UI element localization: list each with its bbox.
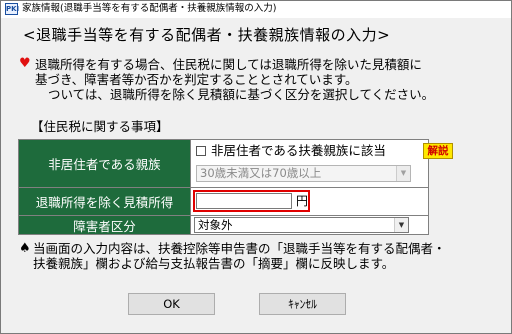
estimate-row: 退職所得を除く見積所得 円: [19, 188, 428, 216]
note-line-1: 当画面の入力内容は、扶養控除等申告書の「退職手当等を有する配偶者・: [33, 241, 446, 256]
disability-row: 障害者区分 対象外 ▼: [19, 216, 428, 234]
estimate-label: 退職所得を除く見積所得: [19, 188, 191, 215]
dialog-window: PKI 家族情報(退職手当等を有する配偶者・扶養親族情報の入力) <退職手当等を…: [0, 0, 512, 334]
app-icon: PKI: [5, 3, 20, 15]
non-resident-checkbox-label[interactable]: 非居住者である扶養親族に該当: [211, 144, 386, 158]
non-resident-checkbox-row[interactable]: 非居住者である扶養親族に該当: [196, 144, 386, 158]
yen-unit: 円: [296, 194, 309, 208]
description-line-2: 基づき、障害者等か否かを判定することとされています。: [35, 72, 358, 87]
disability-select[interactable]: 対象外 ▼: [194, 217, 409, 233]
non-resident-label: 非居住者である親族: [19, 140, 191, 187]
chevron-down-icon[interactable]: ▼: [394, 218, 408, 232]
spade-icon: ♠: [19, 241, 31, 256]
description-line-1: 退職所得を有する場合、住民税に関しては退職所得を除いた見積額に: [35, 57, 422, 72]
estimate-input[interactable]: [196, 193, 292, 209]
chevron-down-icon: ▼: [396, 166, 410, 181]
disability-selected-value: 対象外: [198, 218, 233, 232]
cancel-button[interactable]: ｷｬﾝｾﾙ: [259, 293, 346, 315]
resident-tax-form: 非居住者である親族 非居住者である扶養親族に該当 解説 30歳未満又は70歳以上…: [18, 139, 453, 235]
heart-icon: ♥: [19, 56, 31, 71]
estimate-highlight: 円: [193, 190, 310, 212]
non-resident-value-cell: 非居住者である扶養親族に該当 解説 30歳未満又は70歳以上 ▼: [191, 140, 453, 187]
help-button[interactable]: 解説: [423, 143, 453, 159]
note-text: 当画面の入力内容は、扶養控除等申告書の「退職手当等を有する配偶者・ 扶養親族」欄…: [33, 241, 446, 271]
non-resident-row: 非居住者である親族 非居住者である扶養親族に該当 解説 30歳未満又は70歳以上…: [19, 140, 453, 188]
title-bar: PKI 家族情報(退職手当等を有する配偶者・扶養親族情報の入力): [1, 1, 511, 18]
age-category-select: 30歳未満又は70歳以上 ▼: [196, 165, 411, 182]
section-label: 【住民税に関する事項】: [31, 119, 169, 134]
description-text: 退職所得を有する場合、住民税に関しては退職所得を除いた見積額に 基づき、障害者等…: [35, 57, 434, 102]
note-line-2: 扶養親族」欄および給与支払報告書の「摘要」欄に反映します。: [33, 256, 395, 271]
window-title: 家族情報(退職手当等を有する配偶者・扶養親族情報の入力): [22, 3, 277, 14]
description-line-3: ついては、退職所得を除く見積額に基づく区分を選択してください。: [48, 87, 435, 102]
page-heading: <退職手当等を有する配偶者・扶養親族情報の入力>: [23, 26, 391, 44]
estimate-value-cell: 円: [191, 188, 428, 215]
disability-label: 障害者区分: [19, 216, 191, 234]
ok-button[interactable]: OK: [128, 293, 215, 315]
disability-value-cell: 対象外 ▼: [191, 216, 428, 234]
non-resident-checkbox[interactable]: [196, 146, 206, 156]
age-category-value: 30歳未満又は70歳以上: [200, 166, 322, 180]
